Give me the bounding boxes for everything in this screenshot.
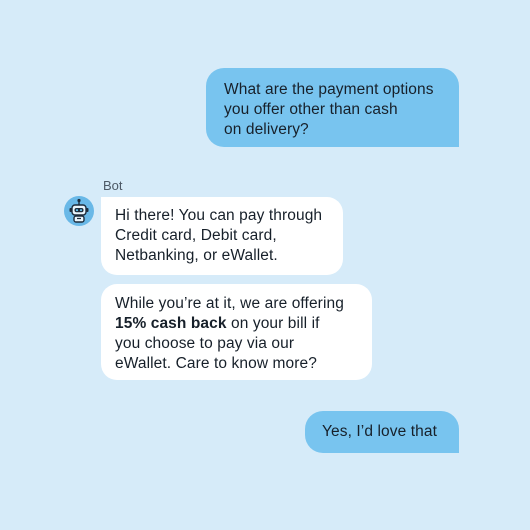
bot-message-bubble: While you’re at it, we are offering 15% …: [101, 284, 372, 380]
user-message-bubble: What are the payment options you offer o…: [206, 68, 459, 147]
user-message-text: Yes, I’d love that: [322, 423, 437, 440]
bot-message-text: Hi there! You can pay through Credit car…: [115, 207, 323, 264]
user-message-text: What are the payment options you offer o…: [224, 81, 434, 138]
user-message-bubble: Yes, I’d love that: [305, 411, 459, 453]
bot-avatar: [64, 196, 94, 226]
bot-sender-name: Bot: [103, 178, 123, 193]
robot-icon: [69, 198, 89, 223]
chat-conversation: What are the payment options you offer o…: [0, 0, 530, 530]
bot-message-text-part: While you’re at it, we are offering: [115, 295, 344, 312]
cashback-highlight: 15% cash back: [115, 315, 227, 332]
bot-message-bubble: Hi there! You can pay through Credit car…: [101, 197, 343, 275]
